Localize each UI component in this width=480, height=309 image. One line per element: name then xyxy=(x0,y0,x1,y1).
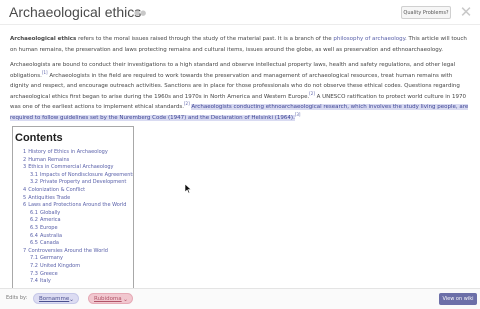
editor-name: Bornamme xyxy=(39,296,70,302)
toc-item[interactable]: 7.1 Germany xyxy=(23,255,133,263)
toc-item-number: 6.2 xyxy=(30,217,38,224)
toc-item-number: 6.4 xyxy=(30,232,38,239)
toc-item[interactable]: 6 Laws and Protections Around the World xyxy=(23,202,133,210)
toc-item-number: 6.3 xyxy=(30,224,38,231)
toc-item-label: Controversies Around the World xyxy=(28,247,108,254)
toc-item[interactable]: 3.2 Private Property and Development xyxy=(23,179,133,187)
mouse-cursor-icon xyxy=(185,184,192,194)
quality-problems-button[interactable]: Quality Problems? xyxy=(401,6,451,19)
toc-item-label: Private Property and Development xyxy=(39,179,127,186)
reference-3[interactable]: [3] xyxy=(295,112,301,117)
toc-item-number: 3 xyxy=(23,164,27,171)
table-of-contents: Contents 1 History of Ethics in Archaeolo… xyxy=(12,126,134,291)
toc-item-label: Italy xyxy=(39,278,51,285)
editor-chip-2[interactable]: Rubidoma ⌄ xyxy=(88,293,133,304)
view-on-wiki-button[interactable]: View on wiki xyxy=(439,293,477,305)
toc-item-label: Germany xyxy=(39,255,63,262)
toc-item-label: Australia xyxy=(39,232,63,239)
page-title: Archaeological ethics xyxy=(9,4,142,20)
toc-item-label: Antiquities Trade xyxy=(28,194,71,201)
toc-item[interactable]: 6.3 Europe xyxy=(23,224,133,233)
toc-item[interactable]: 7.2 United Kingdom xyxy=(23,262,133,271)
ethnoarchaeological-link[interactable]: ethnoarchaeological research xyxy=(266,104,347,110)
toc-item-label: Canada xyxy=(39,240,59,247)
toc-item-number: 5 xyxy=(23,194,27,201)
toc-item-number: 7.1 xyxy=(30,255,38,262)
toc-item-label: Greece xyxy=(39,270,58,277)
article-term: Archaeological ethics xyxy=(10,36,77,42)
toc-item[interactable]: 6.2 America xyxy=(23,217,133,225)
toc-item-number: 4 xyxy=(23,186,27,193)
chevron-down-icon: ⌄ xyxy=(68,296,74,303)
helsinki-link[interactable]: Declaration of Helsinki xyxy=(211,115,273,121)
toc-item-number: 6.5 xyxy=(30,240,38,247)
toc-list: 1 History of Ethics in Archaeology 2 Human … xyxy=(23,149,134,286)
toc-item-number: 3.1 xyxy=(30,171,38,178)
toc-item-label: Globally xyxy=(39,209,61,216)
toc-item-number: 2 xyxy=(23,156,27,163)
editor-chip-1[interactable]: Bornamme ⌄ xyxy=(33,293,79,304)
toc-item[interactable]: 4 Colonization & Conflict xyxy=(23,186,133,195)
philosophy-link[interactable]: philosophy of archaeology xyxy=(333,36,405,42)
toc-item-number: 7.3 xyxy=(30,270,38,277)
toc-item[interactable]: 3 Ethics in Commercial Archaeology xyxy=(23,164,133,172)
intro-paragraph: Archaeological ethics refers to the mora… xyxy=(10,34,472,55)
toc-item-label: Ethics in Commercial Archaeology xyxy=(28,164,114,171)
intro-text-1: refers to the moral issues raised throug… xyxy=(76,36,334,42)
toc-item[interactable]: 1 History of Ethics in Archaeology xyxy=(23,149,133,157)
toc-item-number: 6 xyxy=(23,202,27,209)
toc-item[interactable]: 6.4 Australia xyxy=(23,232,133,241)
toc-item-label: Human Remains xyxy=(28,156,70,163)
header-divider xyxy=(0,24,480,25)
toc-item[interactable]: 5 Antiquities Trade xyxy=(23,194,133,203)
toc-item-label: Impacts of Nondisclosure Agreements xyxy=(39,171,134,178)
hl-text-1: Archaeologists conducting xyxy=(191,104,266,110)
toc-item-label: Laws and Protections Around the World xyxy=(28,202,127,209)
article-body: Archaeological ethics refers to the mora… xyxy=(10,34,472,123)
toc-item-number: 1 xyxy=(23,149,27,155)
toc-item-number: 7.4 xyxy=(30,278,38,285)
toc-item[interactable]: 6.1 Globally xyxy=(23,209,133,218)
editor-name: Rubidoma xyxy=(94,296,122,302)
toc-item-label: Colonization & Conflict xyxy=(28,186,86,193)
close-icon[interactable]: ✕ xyxy=(458,4,474,20)
toc-item-label: Europe xyxy=(39,224,58,231)
toc-item-label: America xyxy=(39,217,61,224)
chevron-down-icon: ⌄ xyxy=(122,296,128,303)
toc-item-number: 7 xyxy=(23,247,27,254)
footer-bar: Edits by: Bornamme ⌄ Rubidoma ⌄ View on wi… xyxy=(0,288,480,309)
toc-title: Contents xyxy=(15,132,63,144)
toc-item-number: 7.2 xyxy=(30,262,38,269)
toc-item-label: History of Ethics in Archaeology xyxy=(28,149,108,155)
body-paragraph: Archaeologists are bound to conduct thei… xyxy=(10,60,472,123)
toc-item[interactable]: 7 Controversies Around the World xyxy=(23,247,133,256)
toc-item[interactable]: 7.3 Greece xyxy=(23,270,133,279)
toc-item-number: 6.1 xyxy=(30,209,38,216)
edits-label: Edits by: xyxy=(6,295,28,301)
toc-item[interactable]: 7.4 Italy xyxy=(23,278,133,286)
toc-item-number: 3.2 xyxy=(30,179,38,186)
toc-item[interactable]: 2 Human Remains xyxy=(23,156,133,165)
toc-item[interactable]: 3.1 Impacts of Nondisclosure Agreements xyxy=(23,171,134,180)
reference-2b[interactable]: [2] xyxy=(184,101,190,106)
link-icon[interactable]: ●● xyxy=(134,10,146,17)
hl-text-3: (1964). xyxy=(273,114,295,121)
toc-item-label: United Kingdom xyxy=(39,262,81,269)
toc-item[interactable]: 6.5 Canada xyxy=(23,240,133,248)
